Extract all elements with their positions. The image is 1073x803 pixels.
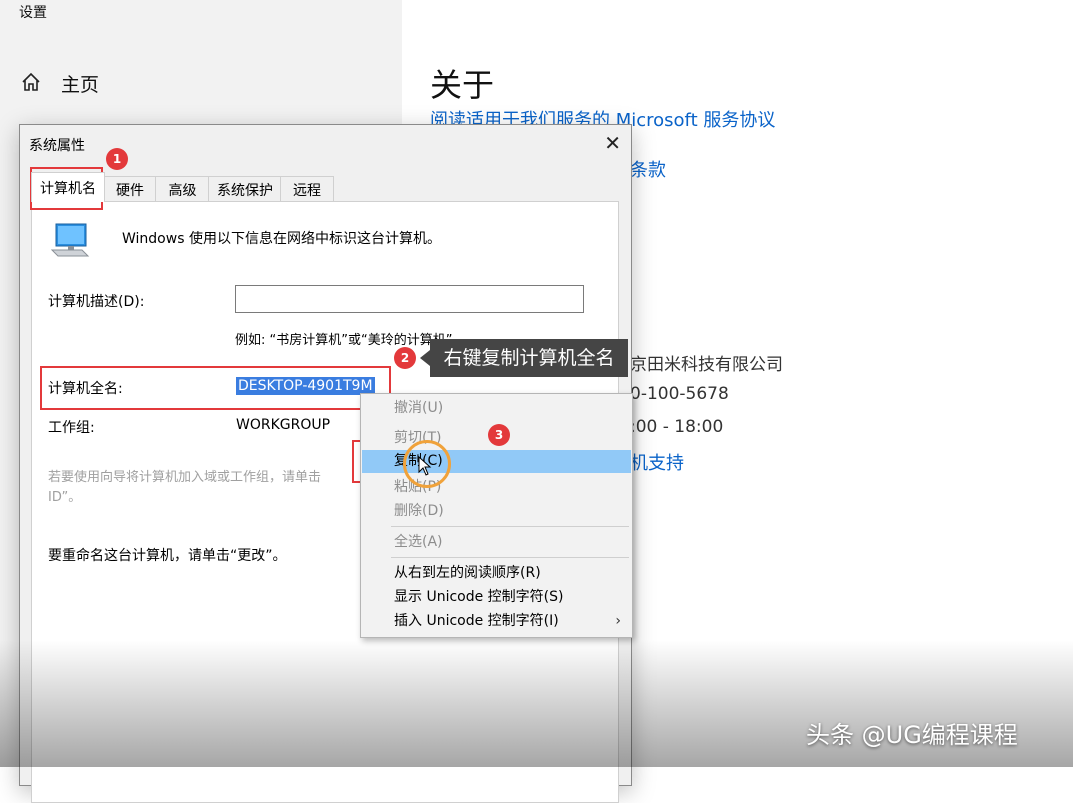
dialog-title: 系统属性: [29, 135, 85, 155]
about-heading: 关于: [430, 60, 494, 106]
menu-item-undo[interactable]: 撤消(U): [362, 397, 631, 420]
tab-system-protection[interactable]: 系统保护: [208, 176, 282, 202]
close-icon[interactable]: ✕: [604, 131, 621, 155]
tab-advanced[interactable]: 高级: [155, 176, 210, 202]
menu-separator: [391, 557, 629, 558]
settings-window-title: 设置: [19, 2, 47, 22]
tab-computer-name[interactable]: 计算机名: [31, 172, 105, 202]
rename-hint: 要重命名这台计算机，请单击“更改”。: [48, 545, 287, 565]
online-support-link[interactable]: 机支持: [630, 449, 684, 475]
network-id-text: 若要使用向导将计算机加入域或工作组，请单击 ID”。: [48, 468, 358, 508]
step-badge-3: 3: [488, 424, 510, 446]
tab-hardware[interactable]: 硬件: [103, 176, 157, 202]
support-phone-text: 0-100-5678: [630, 384, 729, 404]
menu-separator: [391, 526, 629, 527]
intro-text: Windows 使用以下信息在网络中标识这台计算机。: [122, 228, 441, 248]
description-label: 计算机描述(D):: [48, 291, 144, 311]
chevron-right-icon: ›: [615, 610, 621, 633]
watermark-text: 头条 @UG编程课程: [806, 715, 1018, 750]
tooltip-pointer: [420, 350, 430, 366]
support-hours-text: :00 - 18:00: [630, 417, 723, 437]
menu-item-paste[interactable]: 粘贴(P): [362, 476, 631, 499]
menu-item-show-unicode-control[interactable]: 显示 Unicode 控制字符(S): [362, 586, 631, 609]
step-badge-1: 1: [106, 148, 128, 170]
home-icon[interactable]: [20, 71, 42, 93]
menu-item-insert-unicode-control[interactable]: 插入 Unicode 控制字符(I) ›: [362, 610, 631, 633]
description-input[interactable]: [235, 285, 584, 313]
mouse-cursor-icon: [418, 456, 432, 476]
menu-item-delete[interactable]: 删除(D): [362, 500, 631, 523]
instruction-tooltip: 右键复制计算机全名: [430, 339, 628, 377]
computer-icon: [48, 222, 90, 260]
menu-item-insert-unicode-label: 插入 Unicode 控制字符(I): [394, 613, 559, 629]
menu-item-rtl-reading-order[interactable]: 从右到左的阅读顺序(R): [362, 562, 631, 585]
tab-remote[interactable]: 远程: [280, 176, 334, 202]
nav-home[interactable]: 主页: [61, 70, 99, 97]
terms-link[interactable]: 条款: [630, 156, 666, 182]
workgroup-label: 工作组:: [48, 417, 95, 437]
support-company-text: 京田米科技有限公司: [630, 350, 783, 375]
annotation-box-fullname: [40, 366, 391, 410]
menu-item-select-all[interactable]: 全选(A): [362, 531, 631, 554]
step-badge-2: 2: [394, 347, 416, 369]
workgroup-value: WORKGROUP: [236, 417, 330, 433]
